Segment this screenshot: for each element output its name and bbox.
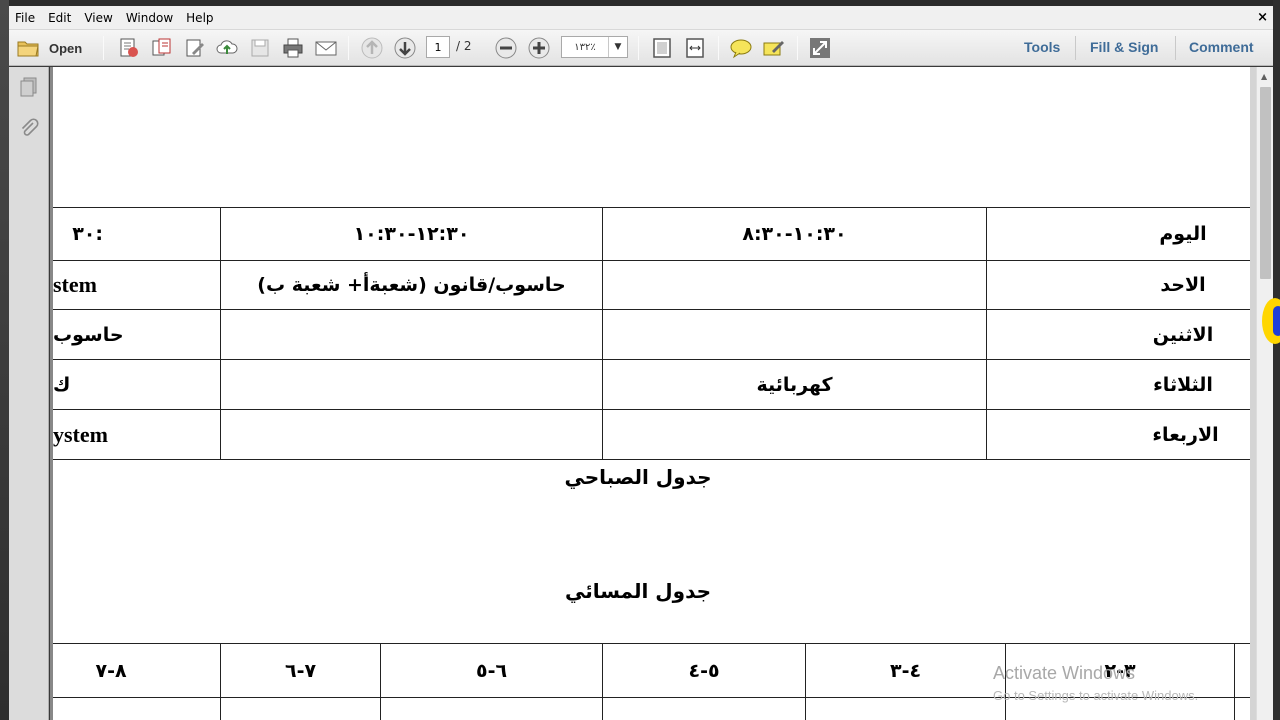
table-cell: الثلاثاء (1153, 373, 1213, 396)
vertical-scrollbar[interactable]: ▲ (1256, 67, 1273, 720)
table-cell: stem (53, 272, 97, 297)
pages-panel-icon (20, 77, 37, 97)
open-button[interactable]: Open (17, 37, 95, 59)
next-page-icon (394, 37, 416, 59)
table-cell: كهربائية (756, 373, 833, 396)
attachments-button[interactable] (18, 118, 40, 140)
evening-header-cell: ٧-٦ (284, 659, 317, 682)
prev-page-icon (361, 37, 383, 59)
email-button[interactable] (314, 37, 338, 59)
zoom-out-icon (495, 37, 517, 59)
fit-page-button[interactable] (650, 37, 674, 59)
table-rule (53, 409, 1250, 410)
evening-header-cell: ٤-٣ (889, 659, 922, 682)
toolbar-separator (718, 36, 719, 60)
evening-header-cell: ٨-٧ (95, 659, 127, 682)
upload-cloud-icon (216, 40, 238, 54)
previous-page-button[interactable] (360, 37, 384, 59)
create-pdf-icon (120, 38, 138, 57)
email-icon (315, 41, 337, 56)
open-label: Open (49, 40, 83, 56)
table-cell: الاربعاء (1152, 423, 1219, 446)
toolbar: Open (9, 30, 1273, 66)
toolbar-separator (1175, 36, 1176, 60)
evening-schedule-title: جدول المسائي (564, 579, 712, 603)
table-cell: الاثنين (1152, 323, 1214, 346)
comment-bubble-icon (730, 39, 752, 59)
page-thumbnails-button[interactable] (18, 76, 40, 98)
full-screen-button[interactable] (808, 37, 832, 59)
print-icon (283, 38, 303, 58)
menu-window[interactable]: Window (126, 11, 173, 25)
menu-file[interactable]: File (15, 11, 35, 25)
table-header-cell: اليوم (1159, 223, 1207, 245)
highlight-icon (763, 41, 784, 56)
evening-header-cell: ٥-٤ (688, 659, 720, 682)
upload-button[interactable] (215, 37, 239, 59)
table-header-cell: ١٠:٣٠-٨:٣٠ (742, 223, 847, 245)
edit-icon (186, 39, 204, 57)
next-page-button[interactable] (393, 37, 417, 59)
zoom-in-icon (528, 37, 550, 59)
table-header-cell: :٣٠ (72, 223, 103, 245)
attachment-icon (21, 118, 39, 136)
scrollbar-thumb[interactable] (1260, 87, 1271, 279)
page-number-input[interactable]: 1 (426, 36, 450, 58)
desktop-left-edge (0, 0, 9, 720)
table-cell: الاحد (1160, 274, 1206, 296)
zoom-out-button[interactable] (494, 37, 518, 59)
combine-files-button[interactable] (150, 37, 174, 59)
folder-icon (17, 41, 39, 57)
toolbar-separator (638, 36, 639, 60)
save-icon (251, 39, 269, 57)
page-count: / 2 (456, 39, 472, 53)
add-comment-button[interactable] (729, 37, 753, 59)
toolbar-separator (348, 36, 349, 60)
save-button[interactable] (248, 37, 272, 59)
comment-link[interactable]: Comment (1189, 39, 1254, 55)
activate-windows-title: Activate Windows (993, 663, 1136, 683)
fit-width-icon (686, 38, 704, 58)
table-cell: حاسوب (53, 323, 124, 346)
toolbar-separator (1075, 36, 1076, 60)
zoom-in-button[interactable] (527, 37, 551, 59)
zoom-value: ١٣٢٪ (574, 41, 596, 53)
tools-link[interactable]: Tools (1024, 39, 1060, 55)
table-cell: حاسوب/قانون (شعبةأ+ شعبة ب) (257, 274, 566, 296)
fill-sign-link[interactable]: Fill & Sign (1090, 39, 1158, 55)
desktop-right-edge (1273, 0, 1280, 720)
table-rule (1234, 643, 1235, 720)
table-cell: ystem (53, 421, 108, 447)
pdf-page: :٣٠ ١٢:٣٠-١٠:٣٠ ١٠:٣٠-٨:٣٠ اليوم stem حا… (53, 67, 1250, 720)
page-number-value: 1 (434, 40, 442, 54)
menu-view[interactable]: View (84, 11, 112, 25)
chevron-down-icon[interactable]: ▼ (608, 37, 627, 57)
scroll-up-arrow-icon[interactable]: ▲ (1261, 72, 1267, 81)
activate-windows-hint: Go to Settings to activate Windows. (993, 688, 1199, 703)
toolbar-separator (797, 36, 798, 60)
navigation-pane (9, 67, 49, 720)
morning-schedule-title: جدول الصباحي (564, 465, 712, 489)
fit-page-icon (653, 38, 671, 58)
menu-edit[interactable]: Edit (48, 11, 71, 25)
cursor-pointer (1273, 306, 1280, 336)
table-cell: ك (53, 373, 71, 396)
table-header-cell: ١٢:٣٠-١٠:٣٠ (353, 223, 470, 245)
toolbar-separator (103, 36, 104, 60)
menu-help[interactable]: Help (186, 11, 213, 25)
edit-pdf-button[interactable] (183, 37, 207, 59)
highlight-text-button[interactable] (762, 37, 786, 59)
fit-width-button[interactable] (683, 37, 707, 59)
close-document-button[interactable]: × (1257, 10, 1268, 25)
zoom-select[interactable]: ١٣٢٪ ▼ (561, 36, 628, 58)
menu-bar: File Edit View Window Help × (9, 6, 1273, 30)
table-rule (986, 207, 987, 459)
evening-header-cell: ٦-٥ (475, 659, 508, 682)
create-pdf-button[interactable] (117, 37, 141, 59)
table-rule (53, 309, 1250, 310)
fullscreen-icon (810, 38, 830, 58)
combine-icon (152, 38, 171, 56)
print-button[interactable] (281, 37, 305, 59)
